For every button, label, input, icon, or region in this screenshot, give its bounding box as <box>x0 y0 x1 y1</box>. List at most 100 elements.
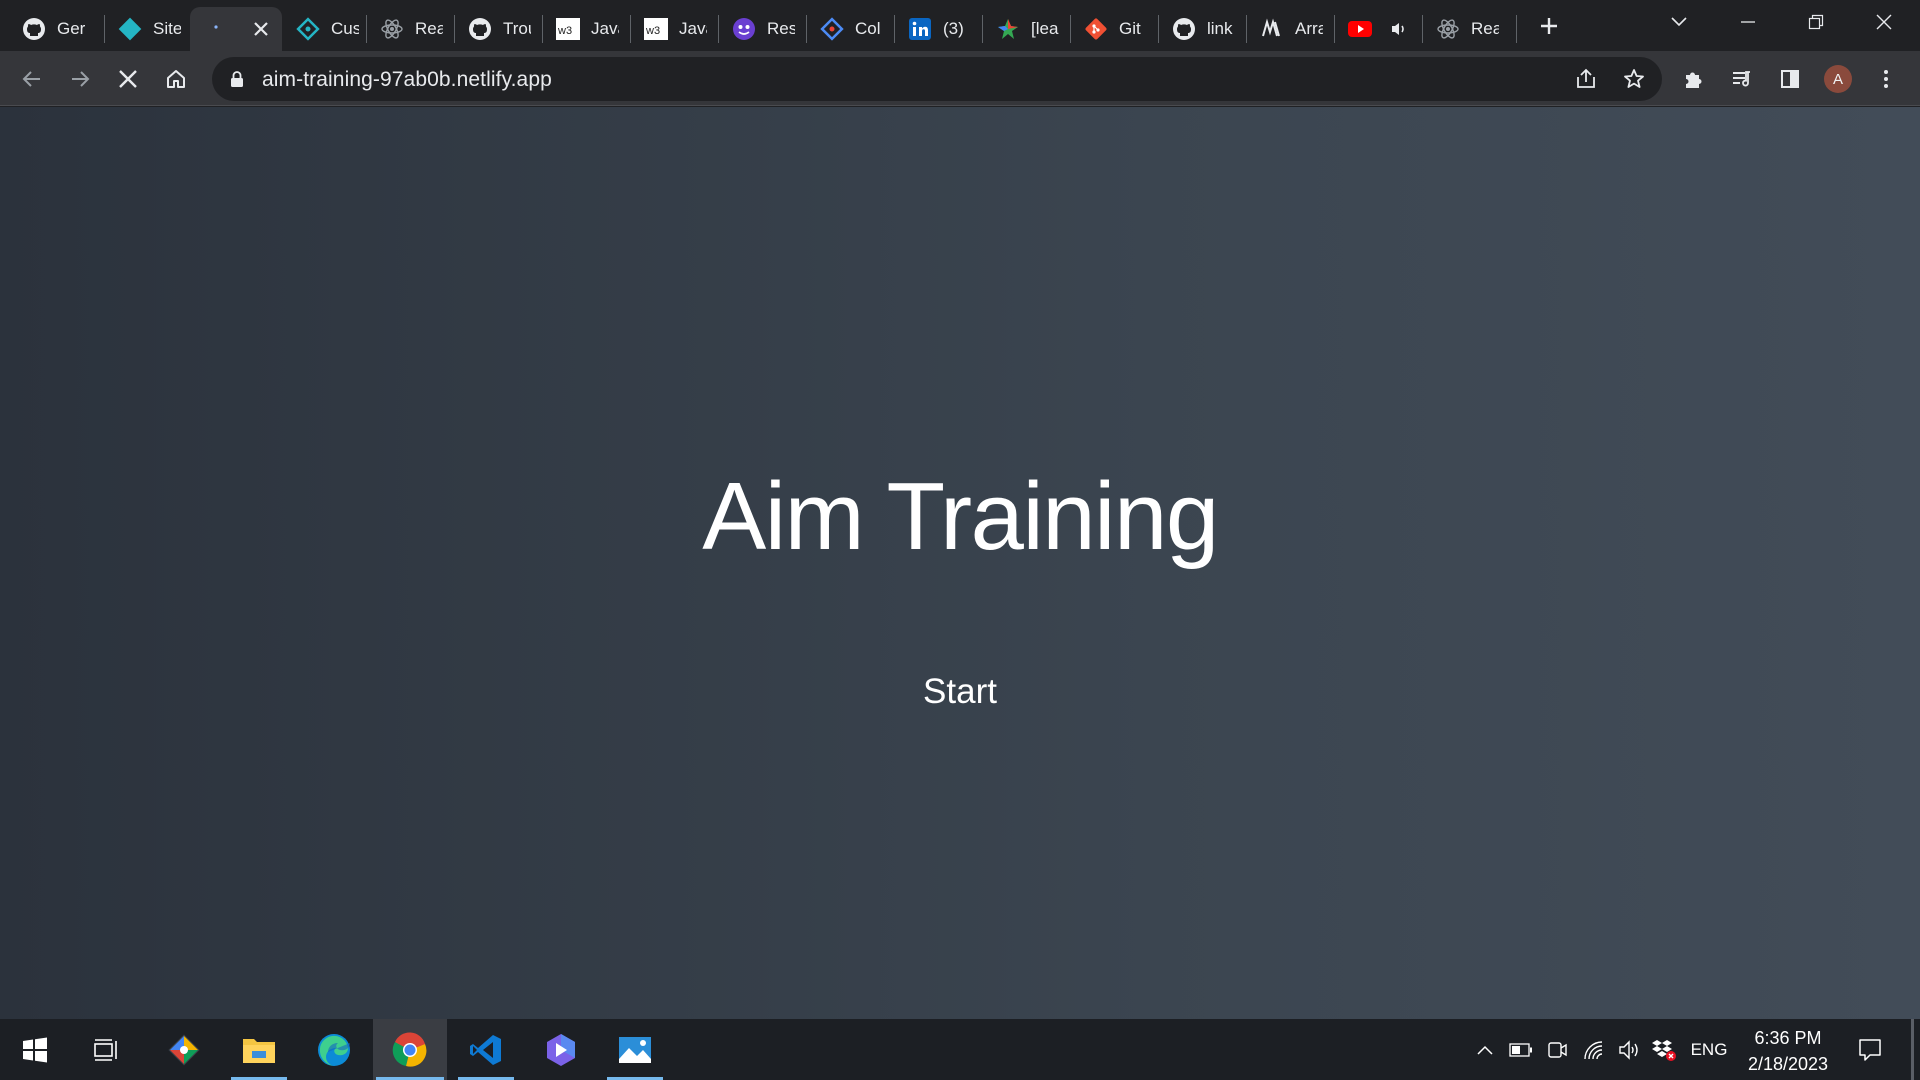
taskbar-app-edge[interactable] <box>303 1019 365 1080</box>
page-viewport: Aim Training Start <box>0 107 1920 1019</box>
tab-active-aim-training[interactable] <box>190 7 282 51</box>
task-view-button[interactable] <box>76 1019 138 1080</box>
browser-toolbar: aim-training-97ab0b.netlify.app A <box>0 51 1920 106</box>
battery-status[interactable] <box>1505 1019 1537 1080</box>
tab-github-trouble[interactable]: Trou <box>454 7 542 51</box>
queue-music-icon <box>1733 71 1750 87</box>
github-icon <box>468 17 492 41</box>
taskbar-app-photos[interactable] <box>604 1019 666 1080</box>
tab-react-2[interactable]: Rea <box>1422 7 1518 51</box>
tab-label: Git <box>1119 19 1141 38</box>
leaf-icon <box>996 17 1020 41</box>
battery-icon <box>1509 1042 1532 1057</box>
speaker-muted-icon[interactable] <box>1387 17 1411 41</box>
show-hidden-icons-button[interactable] <box>1470 1019 1500 1080</box>
media-controls-button[interactable] <box>1724 61 1760 97</box>
tab-label: Cus <box>331 19 359 38</box>
tab-label: Res <box>767 19 795 38</box>
taskbar-app-power-automate[interactable] <box>530 1019 592 1080</box>
tab-medium[interactable]: Arra <box>1246 7 1334 51</box>
input-language-indicator[interactable]: ENG <box>1684 1019 1734 1080</box>
forward-button[interactable] <box>62 61 98 97</box>
restore-button[interactable] <box>1782 0 1850 44</box>
tab-git[interactable]: Git <box>1070 7 1158 51</box>
clock-time: 6:36 PM <box>1754 1028 1822 1048</box>
minimize-button[interactable] <box>1714 0 1782 44</box>
react-icon <box>1436 17 1460 41</box>
tab-label: Col <box>855 19 881 38</box>
tab-w3schools-2[interactable]: w3 Java <box>630 7 718 51</box>
bookmark-button[interactable] <box>1616 61 1652 97</box>
minimize-icon <box>1741 21 1755 23</box>
tab-label: link <box>1207 19 1233 38</box>
task-view-icon <box>94 1038 117 1061</box>
side-panel-button[interactable] <box>1772 61 1808 97</box>
url-text[interactable]: aim-training-97ab0b.netlify.app <box>262 68 552 92</box>
tab-leetcode[interactable]: [lea <box>982 7 1070 51</box>
arrow-right-icon <box>72 71 90 87</box>
linkedin-icon <box>908 17 932 41</box>
w3schools-icon: w3 <box>644 17 668 41</box>
tab-label: Rea <box>1471 19 1499 38</box>
taskbar-app-git-client[interactable] <box>153 1019 215 1080</box>
notification-icon <box>1859 1038 1881 1061</box>
windows-taskbar: ENG 6:36 PM 2/18/2023 <box>0 1019 1920 1080</box>
page-title: Aim Training <box>702 463 1219 570</box>
tab-label: Trou <box>503 19 531 38</box>
tab-youtube[interactable] <box>1334 7 1422 51</box>
start-button[interactable]: Start <box>880 662 1040 722</box>
chevron-up-icon <box>1477 1045 1493 1055</box>
taskbar-clock[interactable]: 6:36 PM 2/18/2023 <box>1738 1025 1838 1077</box>
tab-codeforces[interactable]: Col <box>806 7 894 51</box>
w3-icon-text: w3 <box>557 25 572 37</box>
tab-w3schools-1[interactable]: w3 Java <box>542 7 630 51</box>
dropbox-status[interactable] <box>1648 1019 1680 1080</box>
tab-react[interactable]: Rea <box>366 7 454 51</box>
show-desktop-button[interactable] <box>1911 1019 1914 1080</box>
tab-linkedin[interactable]: (3) <box>894 7 982 51</box>
network-status[interactable] <box>1578 1019 1610 1080</box>
action-center-button[interactable] <box>1850 1019 1890 1080</box>
restore-icon <box>1808 14 1824 30</box>
tab-label: Java <box>679 19 707 38</box>
profile-button[interactable]: A <box>1820 61 1856 97</box>
browser-tab-strip: Ger Site Cus Rea Trou <box>0 0 1920 51</box>
back-button[interactable] <box>14 61 50 97</box>
w3schools-icon: w3 <box>556 17 580 41</box>
tab-label: Ger <box>57 19 85 38</box>
tab-resources[interactable]: Res <box>718 7 806 51</box>
taskbar-app-vscode[interactable] <box>455 1019 517 1080</box>
taskbar-app-file-explorer[interactable] <box>228 1019 290 1080</box>
volume-control[interactable] <box>1614 1019 1644 1080</box>
github-icon <box>22 17 46 41</box>
lock-icon[interactable] <box>227 69 247 89</box>
close-window-button[interactable] <box>1850 0 1918 44</box>
speaker-icon <box>1619 1039 1638 1060</box>
start-menu-button[interactable] <box>4 1019 66 1080</box>
tab-netlify-site[interactable]: Site <box>104 7 188 51</box>
netlify-icon <box>118 17 142 41</box>
extensions-button[interactable] <box>1676 61 1712 97</box>
close-tab-icon[interactable] <box>248 16 274 42</box>
chrome-menu-button[interactable] <box>1868 61 1904 97</box>
clock-date: 2/18/2023 <box>1747 1054 1829 1074</box>
github-icon <box>1172 17 1196 41</box>
video-camera-icon <box>1548 1041 1567 1058</box>
tab-label: Arra <box>1295 19 1323 38</box>
gitkraken-icon <box>168 1033 200 1066</box>
edge-icon <box>318 1033 350 1066</box>
tab-github-link[interactable]: link <box>1158 7 1246 51</box>
tab-netlify-custom[interactable]: Cus <box>282 7 366 51</box>
new-tab-button[interactable] <box>1533 10 1565 42</box>
tab-search-button[interactable] <box>1646 0 1712 44</box>
taskbar-app-chrome[interactable] <box>373 1019 447 1080</box>
stop-loading-button[interactable] <box>110 61 146 97</box>
diamond-icon <box>820 17 844 41</box>
share-button[interactable] <box>1568 61 1604 97</box>
meet-now-button[interactable] <box>1542 1019 1572 1080</box>
address-bar[interactable]: aim-training-97ab0b.netlify.app <box>212 57 1662 101</box>
arrow-left-icon <box>22 71 40 87</box>
tab-github[interactable]: Ger <box>8 7 104 51</box>
photos-icon <box>619 1036 651 1063</box>
home-button[interactable] <box>158 61 194 97</box>
